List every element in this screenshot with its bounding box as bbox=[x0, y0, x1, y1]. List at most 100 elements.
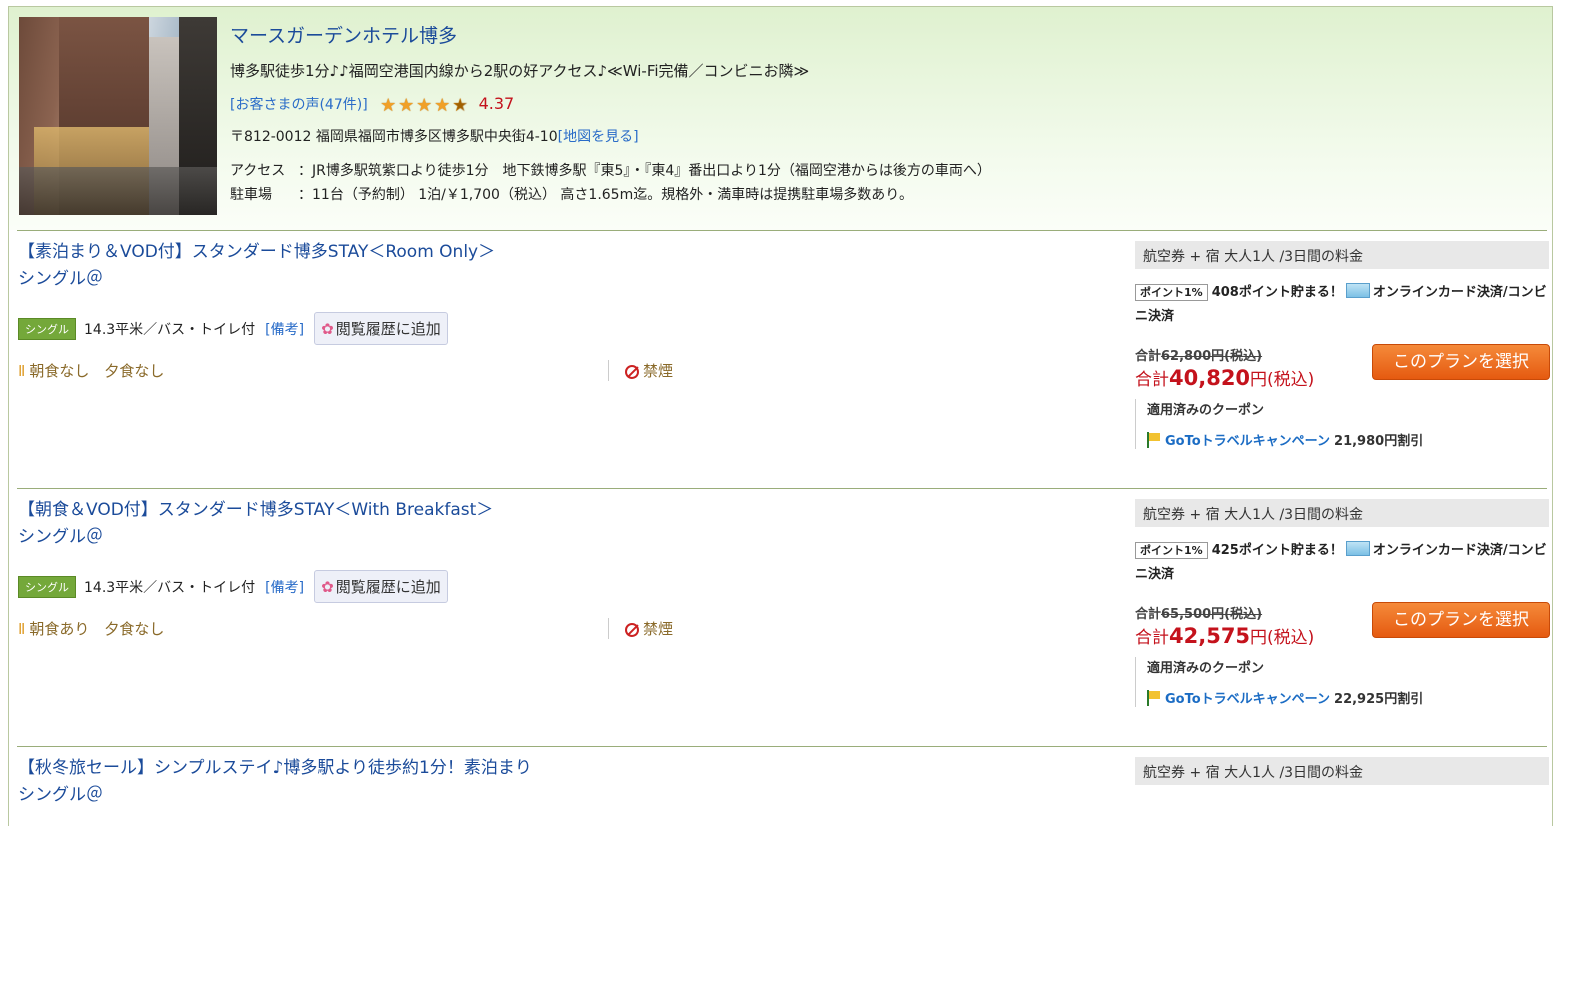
point-badge: ポイント1% bbox=[1135, 284, 1208, 301]
total-label: 合計 bbox=[1135, 370, 1169, 390]
room-info-row: シングル 14.3平米／バス・トイレ付 [備考] ✿ 閲覧履歴に追加 bbox=[18, 570, 448, 603]
total-label: 合計 bbox=[1135, 628, 1169, 648]
no-smoking-icon bbox=[625, 365, 639, 379]
fork-knife-icon: Ⅱ bbox=[18, 362, 26, 380]
half-star-icon: ★ bbox=[452, 95, 469, 116]
room-info: 14.3平米／バス・トイレ付 bbox=[84, 579, 256, 596]
review-row: [お客さまの声(47件)] ★ ★ ★ ★ ★ 4.37 bbox=[230, 94, 514, 115]
add-history-button[interactable]: ✿ 閲覧履歴に追加 bbox=[314, 312, 448, 345]
original-price: 合計65,500円(税込) bbox=[1135, 603, 1262, 622]
pin-icon: ✿ bbox=[321, 320, 334, 338]
select-plan-button[interactable]: このプランを選択 bbox=[1372, 344, 1550, 380]
room-name: シングル＠ bbox=[18, 269, 103, 289]
hotel-header: マースガーデンホテル博多 博多駅徒歩1分♪♪福岡空港国内線から2駅の好アクセス♪… bbox=[9, 7, 1552, 230]
meal-text: 朝食あり 夕食なし bbox=[29, 620, 165, 638]
plan-title-link[interactable]: 【朝食＆VOD付】スタンダード博多STAY＜With Breakfast＞ bbox=[18, 497, 493, 524]
review-link[interactable]: [お客さまの声(47件)] bbox=[230, 97, 368, 113]
room-info: 14.3平米／バス・トイレ付 bbox=[84, 321, 256, 338]
points-text: 425ポイント貯まる！ bbox=[1211, 543, 1343, 558]
total-price-value: 40,820 bbox=[1169, 366, 1251, 390]
coupon-box: 適用済みのクーポン GoToトラベルキャンペーン 22,925円割引 bbox=[1135, 657, 1437, 707]
hotel-catchcopy: 博多駅徒歩1分♪♪福岡空港国内線から2駅の好アクセス♪≪Wi-Fi完備／コンビニ… bbox=[230, 62, 810, 80]
select-plan-button[interactable]: このプランを選択 bbox=[1372, 602, 1550, 638]
smoking-text: 禁煙 bbox=[643, 362, 674, 380]
smoking-info: 禁煙 bbox=[608, 618, 673, 639]
coupon-link[interactable]: GoToトラベルキャンペーン bbox=[1165, 434, 1330, 449]
room-type-badge: シングル bbox=[18, 317, 76, 340]
coupon-heading: 適用済みのクーポン bbox=[1147, 661, 1265, 676]
remarks-link[interactable]: [備考] bbox=[265, 319, 304, 339]
price-header: 航空券 + 宿 大人1人 /3日間の料金 bbox=[1135, 499, 1549, 527]
meal-info: Ⅱ 朝食あり 夕食なし bbox=[18, 618, 164, 639]
credit-card-icon bbox=[1345, 283, 1370, 298]
price-column: 航空券 + 宿 大人1人 /3日間の料金 ポイント1% 408ポイント貯まる！ オン… bbox=[1135, 241, 1550, 449]
remarks-link[interactable]: [備考] bbox=[265, 577, 304, 597]
total-price-value: 42,575 bbox=[1169, 624, 1251, 648]
star-icon: ★ bbox=[398, 95, 415, 116]
map-link[interactable]: [地図を見る] bbox=[558, 129, 639, 145]
star-icon: ★ bbox=[416, 95, 433, 116]
plan-title-link[interactable]: 【素泊まり＆VOD付】スタンダード博多STAY＜Room Only＞ bbox=[18, 239, 495, 266]
add-history-label: 閲覧履歴に追加 bbox=[335, 320, 441, 338]
meal-info: Ⅱ 朝食なし 夕食なし bbox=[18, 360, 164, 381]
parking-text: ：11台（予約制） 1泊/￥1,700（税込） 高さ1.65m迄。規格外・満車時… bbox=[298, 187, 913, 203]
original-price-label: 合計 bbox=[1135, 349, 1162, 364]
original-price-value: 65,500円(税込) bbox=[1161, 607, 1263, 622]
coupon-box: 適用済みのクーポン GoToトラベルキャンペーン 21,980円割引 bbox=[1135, 399, 1437, 449]
original-price-value: 62,800円(税込) bbox=[1161, 349, 1263, 364]
coupon-heading: 適用済みのクーポン bbox=[1147, 403, 1265, 418]
total-price: 合計40,820円(税込) bbox=[1135, 365, 1314, 390]
plan-title-link[interactable]: 【秋冬旅セール】シンプルステイ♪博多駅より徒歩約1分！素泊まり bbox=[18, 755, 532, 782]
hotel-card: マースガーデンホテル博多 博多駅徒歩1分♪♪福岡空港国内線から2駅の好アクセス♪… bbox=[8, 6, 1553, 826]
price-header: 航空券 + 宿 大人1人 /3日間の料金 bbox=[1135, 241, 1549, 269]
address-text: 〒812-0012 福岡県福岡市博多区博多駅中央街4-10 bbox=[230, 129, 558, 145]
credit-card-icon bbox=[1345, 541, 1370, 556]
plan-row: 【素泊まり＆VOD付】スタンダード博多STAY＜Room Only＞ シングル＠… bbox=[17, 230, 1550, 489]
total-suffix: 円(税込) bbox=[1250, 370, 1315, 390]
original-price-label: 合計 bbox=[1135, 607, 1162, 622]
pin-icon: ✿ bbox=[321, 578, 334, 596]
coupon-link[interactable]: GoToトラベルキャンペーン bbox=[1165, 692, 1330, 707]
coupon-discount: 21,980円割引 bbox=[1334, 434, 1424, 449]
price-column: 航空券 + 宿 大人1人 /3日間の料金 ポイント1% 425ポイント貯まる！ オン… bbox=[1135, 499, 1550, 707]
smoking-info: 禁煙 bbox=[608, 360, 673, 381]
star-icon: ★ bbox=[380, 95, 397, 116]
total-price: 合計42,575円(税込) bbox=[1135, 623, 1314, 648]
points-info: ポイント1% 425ポイント貯まる！ オンラインカード決済/コンビニ決済 bbox=[1135, 539, 1549, 587]
smoking-text: 禁煙 bbox=[643, 620, 674, 638]
original-price: 合計62,800円(税込) bbox=[1135, 345, 1262, 364]
coupon-line: GoToトラベルキャンペーン 22,925円割引 bbox=[1147, 688, 1437, 707]
access-info: アクセス ：JR博多駅筑紫口より徒歩1分 地下鉄博多駅『東5』・『東4』番出口より… bbox=[230, 159, 991, 207]
no-smoking-icon bbox=[625, 623, 639, 637]
plan-row: 【朝食＆VOD付】スタンダード博多STAY＜With Breakfast＞ シン… bbox=[17, 488, 1550, 747]
meal-text: 朝食なし 夕食なし bbox=[29, 362, 165, 380]
parking-label: 駐車場 bbox=[230, 187, 272, 203]
plan-title: 【素泊まり＆VOD付】スタンダード博多STAY＜Room Only＞ シングル＠ bbox=[18, 239, 495, 293]
point-badge: ポイント1% bbox=[1135, 542, 1208, 559]
add-history-button[interactable]: ✿ 閲覧履歴に追加 bbox=[314, 570, 448, 603]
rating-value: 4.37 bbox=[478, 94, 515, 113]
fork-knife-icon: Ⅱ bbox=[18, 620, 26, 638]
hotel-photo[interactable] bbox=[19, 17, 217, 215]
hotel-name-link[interactable]: マースガーデンホテル博多 bbox=[230, 21, 457, 48]
price-column: 航空券 + 宿 大人1人 /3日間の料金 bbox=[1135, 757, 1549, 785]
add-history-label: 閲覧履歴に追加 bbox=[335, 578, 441, 596]
coupon-line: GoToトラベルキャンペーン 21,980円割引 bbox=[1147, 430, 1437, 449]
access-text: ：JR博多駅筑紫口より徒歩1分 地下鉄博多駅『東5』・『東4』番出口より1分（福… bbox=[298, 163, 991, 179]
price-header: 航空券 + 宿 大人1人 /3日間の料金 bbox=[1135, 757, 1549, 785]
plan-title: 【朝食＆VOD付】スタンダード博多STAY＜With Breakfast＞ シン… bbox=[18, 497, 493, 551]
total-suffix: 円(税込) bbox=[1250, 628, 1315, 648]
plan-row: 【秋冬旅セール】シンプルステイ♪博多駅より徒歩約1分！素泊まり シングル＠ 航空… bbox=[17, 746, 1549, 1005]
rating-stars: ★ ★ ★ ★ ★ bbox=[380, 97, 470, 115]
hotel-address: 〒812-0012 福岡県福岡市博多区博多駅中央街4-10[地図を見る] bbox=[230, 126, 639, 146]
points-text: 408ポイント貯まる！ bbox=[1211, 285, 1343, 300]
room-name: シングル＠ bbox=[18, 785, 103, 805]
star-icon: ★ bbox=[434, 95, 451, 116]
flag-icon bbox=[1147, 432, 1161, 448]
room-info-row: シングル 14.3平米／バス・トイレ付 [備考] ✿ 閲覧履歴に追加 bbox=[18, 312, 448, 345]
access-label: アクセス bbox=[230, 163, 286, 179]
coupon-discount: 22,925円割引 bbox=[1334, 692, 1424, 707]
room-type-badge: シングル bbox=[18, 575, 76, 598]
flag-icon bbox=[1147, 690, 1161, 706]
plan-title: 【秋冬旅セール】シンプルステイ♪博多駅より徒歩約1分！素泊まり シングル＠ bbox=[18, 755, 532, 809]
